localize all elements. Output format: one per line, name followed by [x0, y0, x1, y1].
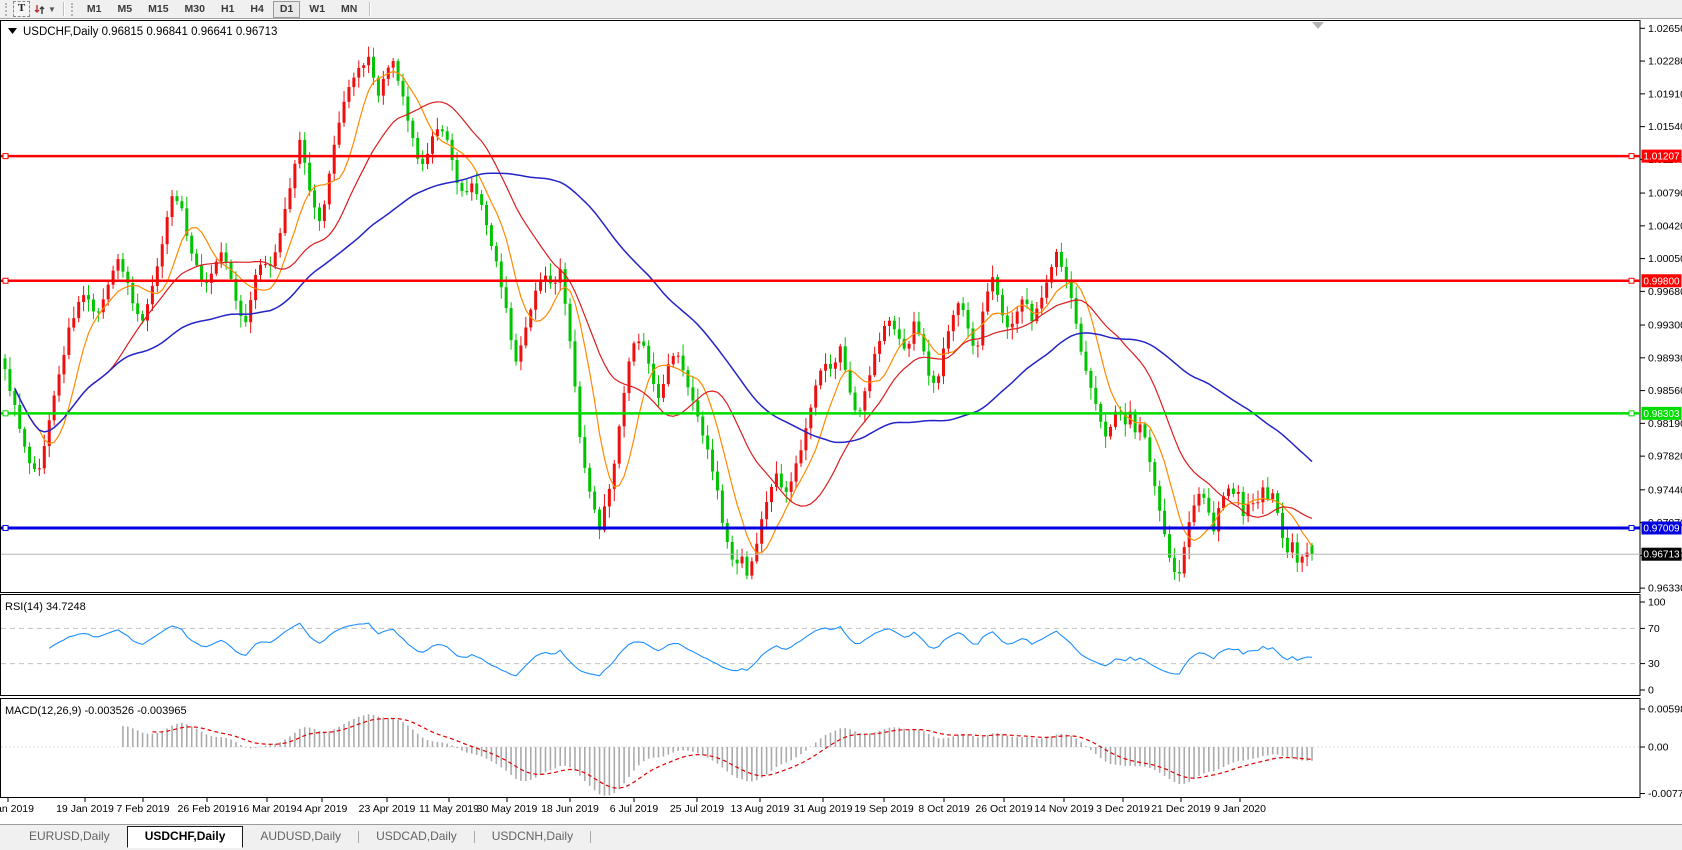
toolbar-separator — [369, 2, 370, 16]
line-handle[interactable] — [1629, 154, 1634, 159]
line-handle[interactable] — [3, 278, 8, 283]
price-axis-label: 1.02280 — [1648, 56, 1682, 68]
time-axis-label: 13 Aug 2019 — [731, 803, 790, 815]
time-axis-label: 11 May 2019 — [419, 803, 479, 815]
macd-axis-label: 0.005986 — [1648, 704, 1682, 716]
price-axis-label: 1.00420 — [1648, 220, 1682, 232]
time-axis-label: 9 Jan 2020 — [1214, 803, 1266, 815]
macd-panel — [1, 699, 1641, 798]
chart-tab-usdchf[interactable]: USDCHF,Daily — [127, 826, 244, 848]
line-handle[interactable] — [1629, 411, 1634, 416]
time-axis-label: 8 Oct 2019 — [918, 803, 970, 815]
toolbar-grip[interactable] — [71, 3, 76, 16]
price-axis-label: 1.02650 — [1648, 23, 1682, 35]
timeframe-button-M1[interactable]: M1 — [80, 1, 109, 18]
quote-line: USDCHF,Daily 0.96815 0.96841 0.96641 0.9… — [23, 26, 277, 38]
timeframe-button-M5[interactable]: M5 — [111, 1, 140, 18]
price-axis-label: 0.97820 — [1648, 451, 1682, 463]
macd-label: MACD(12,26,9) -0.003526 -0.003965 — [5, 705, 187, 717]
svg-text:0.96713: 0.96713 — [1643, 550, 1680, 561]
level-price-badge: 1.01207 — [1643, 152, 1680, 163]
time-axis-label: 7 Feb 2019 — [116, 803, 169, 815]
rsi-axis-label: 0 — [1648, 685, 1654, 697]
chart-tab-usdcad[interactable]: USDCAD,Daily — [359, 827, 474, 846]
chart-title: USDCHF,Daily 0.96815 0.96841 0.96641 0.9… — [8, 26, 277, 38]
line-handle[interactable] — [1629, 278, 1634, 283]
price-axis-label: 0.98560 — [1648, 385, 1682, 397]
level-price-badge: 0.99800 — [1643, 276, 1680, 287]
time-axis-label: 1 Jan 2019 — [0, 803, 34, 815]
time-axis-label: 18 Jun 2019 — [541, 803, 599, 815]
price-axis-label: 1.00050 — [1648, 253, 1682, 265]
time-axis-label: 6 Jul 2019 — [610, 803, 659, 815]
timeframe-buttons: M1M5M15M30H1H4D1W1MN — [79, 1, 365, 18]
time-axis-label: 30 May 2019 — [477, 803, 538, 815]
rsi-axis-label: 30 — [1648, 658, 1660, 670]
timeframe-button-D1[interactable]: D1 — [273, 1, 300, 18]
time-axis-label: 4 Apr 2019 — [297, 803, 348, 815]
timeframe-button-MN[interactable]: MN — [334, 1, 364, 18]
timeframe-button-M15[interactable]: M15 — [141, 1, 175, 18]
price-axis-label: 1.00790 — [1648, 188, 1682, 200]
macd-axis-label: -0.007737 — [1648, 788, 1682, 800]
chart-tab-audusd[interactable]: AUDUSD,Daily — [243, 827, 358, 846]
line-handle[interactable] — [1629, 525, 1634, 530]
time-axis-label: 31 Aug 2019 — [794, 803, 853, 815]
time-axis-label: 23 Apr 2019 — [359, 803, 416, 815]
timeframe-button-M30[interactable]: M30 — [178, 1, 212, 18]
time-axis-label: 3 Dec 2019 — [1096, 803, 1150, 815]
time-axis-label: 19 Sep 2019 — [854, 803, 914, 815]
price-axis-label: 0.98930 — [1648, 352, 1682, 364]
price-axis-label: 0.96330 — [1648, 583, 1682, 595]
price-axis-label: 0.99680 — [1648, 286, 1682, 298]
rsi-label: RSI(14) 34.7248 — [5, 601, 86, 613]
toolbar-grip[interactable] — [5, 3, 10, 16]
main-chart-panel — [1, 21, 1641, 593]
macd-axis-label: 0.00 — [1648, 742, 1669, 754]
tab-separator — [590, 831, 591, 843]
line-handle[interactable] — [3, 411, 8, 416]
timeframe-button-W1[interactable]: W1 — [302, 1, 332, 18]
time-axis-label: 16 Mar 2019 — [238, 803, 297, 815]
trading-app-window: T ▼ M1M5M15M30H1H4D1W1MN 1.02650 1.02280 1… — [0, 0, 1682, 850]
price-axis-label: 1.01910 — [1648, 88, 1682, 100]
rsi-panel — [1, 595, 1641, 696]
chart-tab-bar: EURUSD,DailyUSDCHF,DailyAUDUSD,DailyUSDC… — [0, 824, 1682, 850]
timeframe-button-H1[interactable]: H1 — [214, 1, 241, 18]
cycle-arrows-icon — [33, 3, 46, 16]
chart-canvas[interactable]: 1.026501.022801.019101.015401.011701.007… — [0, 18, 1682, 824]
text-tool-button[interactable]: T — [13, 1, 30, 17]
toolbar-separator — [63, 2, 64, 16]
time-axis-label: 26 Feb 2019 — [178, 803, 237, 815]
cycle-arrows-button[interactable]: ▼ — [30, 2, 59, 17]
price-axis-label: 0.97440 — [1648, 484, 1682, 496]
time-axis-label: 26 Oct 2019 — [975, 803, 1032, 815]
chevron-down-icon: ▼ — [48, 5, 56, 14]
time-axis-label: 19 Jan 2019 — [56, 803, 114, 815]
line-handle[interactable] — [3, 154, 8, 159]
time-axis-label: 14 Nov 2019 — [1034, 803, 1094, 815]
level-price-badge: 0.97009 — [1643, 523, 1680, 534]
price-axis-label: 1.01540 — [1648, 121, 1682, 133]
rsi-axis-label: 70 — [1648, 623, 1660, 635]
bid-price-badge: 0.96713 — [1642, 548, 1682, 561]
timeframe-toolbar: T ▼ M1M5M15M30H1H4D1W1MN — [0, 0, 1682, 18]
line-handle[interactable] — [3, 525, 8, 530]
rsi-axis-label: 100 — [1648, 597, 1666, 609]
time-axis-label: 25 Jul 2019 — [670, 803, 724, 815]
chart-tab-usdcnh[interactable]: USDCNH,Daily — [475, 827, 590, 846]
chart-tab-eurusd[interactable]: EURUSD,Daily — [12, 827, 127, 846]
timeframe-button-H4[interactable]: H4 — [243, 1, 270, 18]
time-axis-label: 21 Dec 2019 — [1151, 803, 1211, 815]
level-price-badge: 0.98303 — [1643, 409, 1680, 420]
price-axis-label: 0.99300 — [1648, 320, 1682, 332]
